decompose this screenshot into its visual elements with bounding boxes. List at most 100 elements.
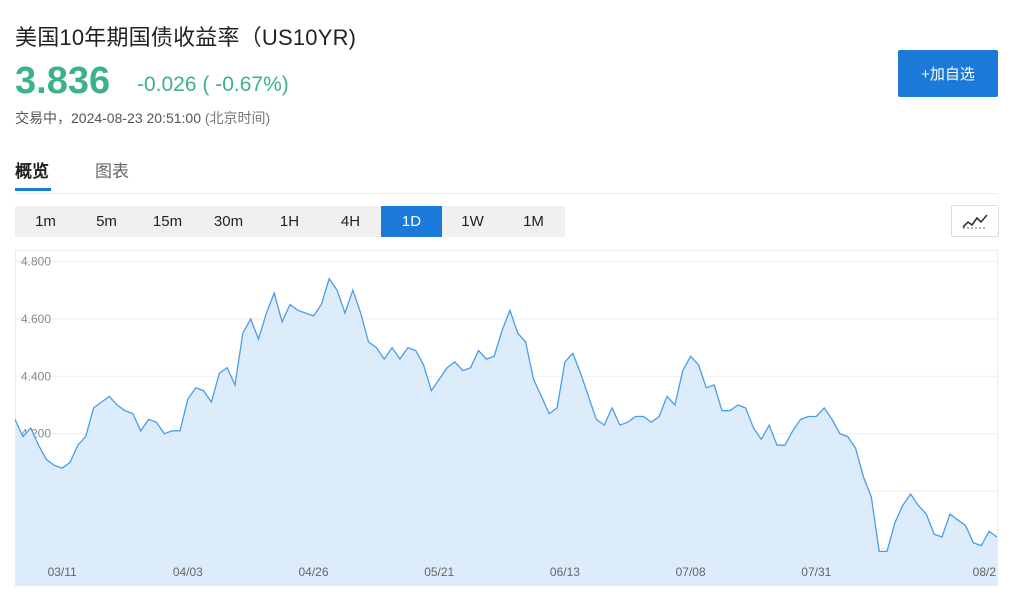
data-point	[737, 404, 739, 406]
data-point	[273, 292, 275, 294]
data-point	[203, 390, 205, 392]
range-30m-button[interactable]: 30m	[198, 206, 259, 237]
data-point	[792, 430, 794, 432]
data-point	[258, 338, 260, 340]
range-4h-button[interactable]: 4H	[320, 206, 381, 237]
data-point	[22, 436, 24, 438]
data-point	[478, 349, 480, 351]
data-point	[250, 318, 252, 320]
data-point	[815, 415, 817, 417]
time-range-selector: 1m 5m 15m 30m 1H 4H 1D 1W 1M	[15, 206, 565, 237]
data-point	[972, 542, 974, 544]
x-axis-band	[15, 560, 998, 586]
data-point	[768, 424, 770, 426]
range-1mo-button[interactable]: 1M	[503, 206, 564, 237]
data-point	[148, 418, 150, 420]
data-point	[658, 415, 660, 417]
data-point	[603, 424, 605, 426]
data-point	[38, 444, 40, 446]
price-chart[interactable]: 4.8004.6004.4004.2004.0003.80003/1104/03…	[15, 250, 998, 586]
data-point	[163, 433, 165, 435]
data-point	[556, 407, 558, 409]
data-point	[313, 315, 315, 317]
data-point	[690, 355, 692, 357]
x-tick-label: 07/08	[676, 565, 706, 579]
data-point	[627, 421, 629, 423]
data-point	[30, 427, 32, 429]
data-point	[517, 332, 519, 334]
data-point	[93, 407, 95, 409]
tab-overview[interactable]: 概览	[15, 157, 49, 182]
data-point	[933, 533, 935, 535]
data-point	[462, 370, 464, 372]
data-point	[383, 358, 385, 360]
add-to-watchlist-button[interactable]: +加自选	[898, 50, 998, 97]
data-point	[949, 513, 951, 515]
data-point	[697, 364, 699, 366]
data-point	[650, 421, 652, 423]
data-point	[265, 312, 267, 314]
data-point	[980, 545, 982, 547]
status-timezone: (北京时间)	[204, 110, 271, 126]
data-point	[886, 550, 888, 552]
data-point	[642, 415, 644, 417]
data-point	[391, 347, 393, 349]
data-point	[69, 461, 71, 463]
data-point	[234, 384, 236, 386]
data-point	[179, 430, 181, 432]
range-1m-button[interactable]: 1m	[15, 206, 76, 237]
data-point	[218, 372, 220, 374]
data-point	[407, 347, 409, 349]
data-point	[297, 309, 299, 311]
data-point	[289, 304, 291, 306]
range-5m-button[interactable]: 5m	[76, 206, 137, 237]
data-point	[878, 550, 880, 552]
data-point	[501, 329, 503, 331]
data-point	[847, 436, 849, 438]
data-point	[705, 387, 707, 389]
range-1w-button[interactable]: 1W	[442, 206, 503, 237]
chart-type-button[interactable]	[951, 205, 999, 237]
data-point	[336, 289, 338, 291]
data-point	[108, 395, 110, 397]
data-point	[823, 407, 825, 409]
range-1d-button[interactable]: 1D	[381, 206, 442, 237]
data-point	[674, 404, 676, 406]
data-point	[415, 349, 417, 351]
data-point	[470, 367, 472, 369]
tab-bar: 概览 图表	[15, 155, 998, 194]
data-point	[430, 390, 432, 392]
data-point	[446, 367, 448, 369]
data-point	[171, 430, 173, 432]
data-point	[917, 504, 919, 506]
data-point	[195, 387, 197, 389]
data-point	[77, 444, 79, 446]
data-point	[988, 530, 990, 532]
data-point	[957, 519, 959, 521]
data-point	[807, 415, 809, 417]
data-point	[140, 430, 142, 432]
data-point	[485, 358, 487, 360]
data-point	[580, 372, 582, 374]
y-tick-label: 4.600	[21, 312, 51, 326]
data-point	[894, 522, 896, 524]
active-tab-indicator	[15, 188, 51, 191]
x-tick-label: 05/21	[424, 565, 454, 579]
tab-chart[interactable]: 图表	[95, 157, 129, 182]
data-point	[760, 438, 762, 440]
data-point	[745, 407, 747, 409]
data-point	[320, 304, 322, 306]
data-point	[870, 496, 872, 498]
data-point	[155, 421, 157, 423]
y-tick-label: 4.800	[21, 254, 51, 268]
data-point	[862, 476, 864, 478]
price-chart-svg: 4.8004.6004.4004.2004.0003.80003/1104/03…	[15, 250, 998, 586]
data-point	[187, 398, 189, 400]
data-point	[595, 418, 597, 420]
data-point	[124, 410, 126, 412]
data-point	[855, 447, 857, 449]
range-1h-button[interactable]: 1H	[259, 206, 320, 237]
current-price: 3.836	[15, 60, 111, 102]
range-15m-button[interactable]: 15m	[137, 206, 198, 237]
data-point	[344, 312, 346, 314]
